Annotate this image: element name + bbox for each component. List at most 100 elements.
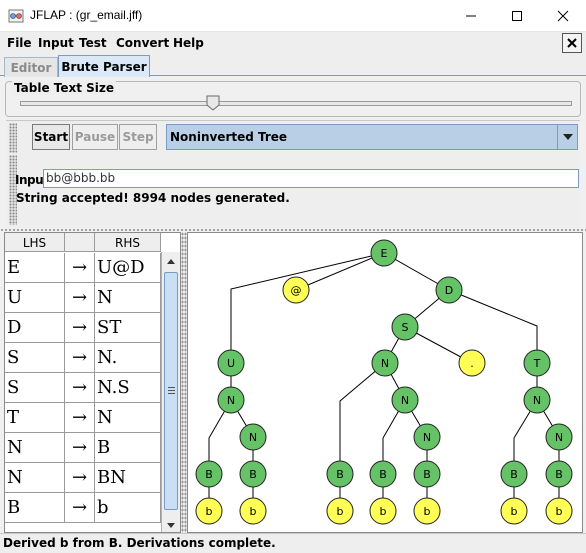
pause-button[interactable]: Pause (72, 124, 118, 150)
minimize-button[interactable] (448, 0, 494, 32)
close-tab-button[interactable] (562, 33, 582, 53)
rhs-cell[interactable]: N. (95, 343, 161, 372)
text-size-slider-thumb[interactable] (206, 95, 220, 111)
tree-node-b1[interactable]: B (195, 460, 223, 488)
step-button[interactable]: Step (119, 124, 157, 150)
menu-bar: File Input Test Convert Help (0, 32, 586, 54)
rhs-cell[interactable]: N (95, 283, 161, 312)
menu-help[interactable]: Help (173, 36, 204, 50)
grammar-row[interactable]: D → ST (5, 313, 161, 343)
lhs-cell[interactable]: B (5, 493, 65, 522)
grammar-row[interactable]: U → N (5, 283, 161, 313)
scroll-thumb[interactable] (164, 272, 178, 510)
tree-node-b6[interactable]: B (500, 460, 528, 488)
tree-node-b5[interactable]: b (413, 497, 441, 525)
tree-node-b7[interactable]: B (545, 460, 573, 488)
menu-convert[interactable]: Convert (116, 36, 169, 50)
tree-node-u[interactable]: U (217, 349, 245, 377)
tree-node-label: @ (291, 284, 302, 297)
lhs-cell[interactable]: T (5, 403, 65, 432)
tree-node-t[interactable]: T (523, 349, 551, 377)
input-string-field[interactable]: bb@bbb.bb (43, 169, 579, 188)
grammar-row[interactable]: N → B (5, 433, 161, 463)
column-header-arrow[interactable] (65, 233, 95, 252)
maximize-icon (512, 11, 522, 21)
grammar-row[interactable]: E → U@D (5, 253, 161, 283)
tree-mode-select[interactable]: Noninverted Tree (166, 124, 578, 150)
lhs-cell[interactable]: S (5, 373, 65, 402)
grammar-row[interactable]: S → N. (5, 343, 161, 373)
tree-node-b5[interactable]: B (413, 460, 441, 488)
tree-node-label: b (337, 505, 344, 518)
grammar-scrollbar[interactable] (161, 252, 180, 532)
rhs-cell[interactable]: N.S (95, 373, 161, 402)
menu-input[interactable]: Input (38, 36, 74, 50)
text-size-slider-track[interactable] (20, 101, 572, 106)
tree-node-label: N (249, 431, 257, 444)
rhs-cell[interactable]: b (95, 493, 161, 522)
tree-node-b7[interactable]: b (545, 497, 573, 525)
rhs-cell[interactable]: U@D (95, 253, 161, 282)
scroll-up-button[interactable] (162, 252, 180, 270)
tree-node-b1[interactable]: b (195, 497, 223, 525)
tree-node-n1[interactable]: N (217, 386, 245, 414)
arrow-cell: → (65, 493, 95, 522)
lhs-cell[interactable]: S (5, 343, 65, 372)
rhs-cell[interactable]: ST (95, 313, 161, 342)
lhs-cell[interactable]: U (5, 283, 65, 312)
scroll-grip-icon (168, 387, 175, 394)
lhs-cell[interactable]: D (5, 313, 65, 342)
parse-status-message: String accepted! 8994 nodes generated. (16, 191, 290, 205)
grammar-row[interactable]: T → N (5, 403, 161, 433)
arrow-cell: → (65, 283, 95, 312)
grammar-row[interactable]: B → b (5, 493, 161, 523)
input-panel-grip[interactable] (9, 155, 17, 225)
lhs-cell[interactable]: N (5, 433, 65, 462)
tab-editor[interactable]: Editor (4, 57, 58, 77)
tree-node-n5[interactable]: N (523, 386, 551, 414)
tree-node-b4[interactable]: B (369, 460, 397, 488)
tree-node-label: . (470, 357, 474, 370)
tree-edge (295, 252, 385, 291)
tree-node-label: b (511, 505, 518, 518)
rhs-cell[interactable]: N (95, 403, 161, 432)
tree-node-e[interactable]: E (370, 239, 398, 267)
tree-node-b4[interactable]: b (369, 497, 397, 525)
tree-node-s[interactable]: S (391, 313, 419, 341)
tree-node-label: N (533, 394, 541, 407)
tree-node-label: B (510, 468, 518, 481)
tree-node-at[interactable]: @ (282, 276, 310, 304)
arrow-cell: → (65, 433, 95, 462)
scroll-down-button[interactable] (162, 516, 180, 532)
tree-node-n_s[interactable]: N (371, 349, 399, 377)
menu-file[interactable]: File (7, 36, 32, 50)
lhs-cell[interactable]: N (5, 463, 65, 492)
close-icon (557, 10, 569, 22)
rhs-cell[interactable]: B (95, 433, 161, 462)
column-header-rhs[interactable]: RHS (95, 233, 161, 252)
start-button[interactable]: Start (32, 124, 70, 150)
tree-node-b3[interactable]: B (326, 460, 354, 488)
grammar-row[interactable]: S → N.S (5, 373, 161, 403)
lhs-cell[interactable]: E (5, 253, 65, 282)
tab-brute-parser[interactable]: Brute Parser (58, 55, 150, 77)
tree-node-b2[interactable]: B (239, 460, 267, 488)
tree-node-n4[interactable]: N (413, 423, 441, 451)
dropdown-button[interactable] (557, 125, 577, 149)
grammar-row[interactable]: N → BN (5, 463, 161, 493)
maximize-button[interactable] (494, 0, 540, 32)
column-header-lhs[interactable]: LHS (5, 233, 65, 252)
toolbar-grip[interactable] (9, 123, 17, 153)
menu-test[interactable]: Test (79, 36, 107, 50)
close-icon (567, 38, 577, 48)
tree-node-b3[interactable]: b (326, 497, 354, 525)
tree-node-b6[interactable]: b (500, 497, 528, 525)
tree-node-n2[interactable]: N (239, 423, 267, 451)
rhs-cell[interactable]: BN (95, 463, 161, 492)
tree-node-n3[interactable]: N (391, 386, 419, 414)
tree-node-dot[interactable]: . (458, 349, 486, 377)
close-window-button[interactable] (540, 0, 586, 32)
tree-node-n6[interactable]: N (545, 423, 573, 451)
tree-node-d[interactable]: D (435, 276, 463, 304)
tree-node-b2[interactable]: b (239, 497, 267, 525)
